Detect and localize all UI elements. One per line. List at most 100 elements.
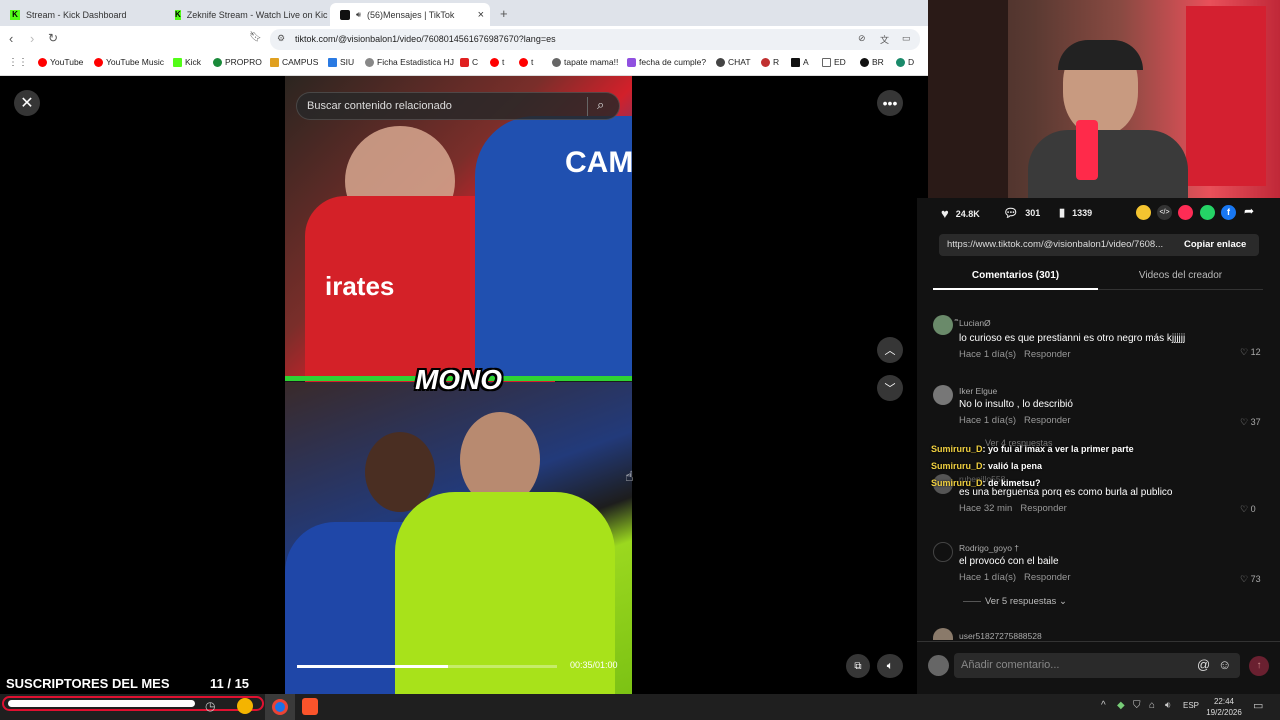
emoji-icon[interactable]: ☺: [1218, 657, 1231, 672]
tab-creator-videos[interactable]: Videos del creador: [1098, 270, 1263, 290]
bookmark-campus[interactable]: CAMPUS: [270, 57, 318, 67]
video-player[interactable]: CAMA irates MONO 00:35/01:00: [285, 76, 632, 694]
coin-icon[interactable]: [1136, 205, 1151, 220]
chrome-active-icon[interactable]: [265, 694, 295, 720]
tab-kick-dashboard[interactable]: K Stream - Kick Dashboard: [0, 3, 163, 26]
lang-indicator[interactable]: ESP: [1183, 701, 1199, 710]
close-tab-icon[interactable]: ×: [478, 9, 484, 21]
comment-like-count: 12: [1250, 347, 1261, 357]
share-icon[interactable]: ➦: [1244, 204, 1254, 218]
comment-count[interactable]: 💬︎ 301: [1003, 206, 1040, 220]
chat-username: Sumiruru_D: [931, 444, 983, 454]
bookmark-t1[interactable]: t: [490, 57, 504, 67]
back-icon[interactable]: ‹: [9, 31, 13, 46]
mention-icon[interactable]: @: [1197, 657, 1210, 672]
eye-off-icon[interactable]: ⊘: [858, 33, 866, 44]
url-field[interactable]: ⚙︎ tiktok.com/@visionbalon1/video/760801…: [270, 29, 920, 50]
reload-icon[interactable]: ↻: [48, 31, 58, 45]
save-count[interactable]: ▮ 1339: [1059, 206, 1092, 219]
comment-like[interactable]: ♡ 12: [1240, 347, 1261, 358]
tray-app-icon[interactable]: ◆: [1117, 700, 1125, 711]
speaker-icon[interactable]: 🔉︎: [1165, 700, 1171, 711]
tray-chevron-icon[interactable]: ^: [1101, 700, 1106, 711]
comment-input[interactable]: Añadir comentario... @ ☺: [954, 653, 1240, 678]
brave-icon[interactable]: [302, 698, 318, 715]
subs-progress-frame: [2, 696, 264, 711]
bookmark-label: A: [803, 57, 809, 67]
notifications-icon[interactable]: ▭: [1253, 699, 1263, 712]
tab-tiktok[interactable]: 🔊︎ (56)Mensajes | TikTok ×: [330, 3, 490, 26]
bookmark-ficha[interactable]: Ficha Estadistica HJ: [365, 57, 454, 67]
bookmark-youtube-music[interactable]: YouTube Music: [94, 57, 164, 67]
bookmark-label: CHAT: [728, 57, 751, 67]
avatar[interactable]: [933, 542, 953, 562]
search-icon[interactable]: ⌕: [597, 97, 604, 113]
view-replies-button[interactable]: Ver 5 respuestas ⌄: [985, 596, 1067, 607]
bookmark-kick[interactable]: Kick: [173, 57, 201, 67]
new-tab-icon[interactable]: +: [500, 6, 508, 21]
clock[interactable]: 22:44 19/2/2026: [1204, 696, 1244, 718]
tab-comments[interactable]: Comentarios (301): [933, 270, 1098, 290]
comment-like[interactable]: ♡ 73: [1240, 574, 1261, 585]
bookmark-ed[interactable]: ED: [822, 57, 846, 67]
bookmark-propro[interactable]: PROPRO: [213, 57, 262, 67]
close-icon[interactable]: ✕: [14, 90, 40, 116]
reply-button[interactable]: Responder: [1024, 349, 1070, 360]
comment-username[interactable]: user51827275888528: [959, 631, 1042, 641]
avatar[interactable]: [933, 315, 953, 335]
avatar[interactable]: [933, 385, 953, 405]
like-count[interactable]: ♥ 24.8K: [941, 206, 980, 221]
bookmark-tapate[interactable]: tapate mama!!: [552, 57, 618, 67]
like-value: 24.8K: [955, 208, 980, 219]
pip-icon[interactable]: ⧉: [846, 654, 870, 678]
forward-icon[interactable]: ›: [30, 31, 34, 46]
bookmark-a[interactable]: A: [791, 57, 809, 67]
progress-track[interactable]: [297, 665, 557, 668]
more-options-icon[interactable]: •••: [877, 90, 903, 116]
volume-icon[interactable]: 🔈︎: [877, 654, 903, 678]
comment-username[interactable]: ิLucianØ: [959, 316, 1185, 330]
cast-icon[interactable]: ▭: [902, 33, 911, 44]
comment-username[interactable]: Rodrigo_goyo †: [959, 543, 1071, 553]
shield-icon[interactable]: ⛉: [1133, 700, 1141, 711]
bookmark-label: fecha de cumple?: [639, 57, 707, 67]
chrome-icon[interactable]: [237, 698, 253, 714]
comment-like[interactable]: ♡ 37: [1240, 417, 1261, 428]
reply-button[interactable]: Responder: [1020, 503, 1066, 514]
comment-icon: 💬︎: [1003, 206, 1019, 220]
translate-icon[interactable]: 文: [880, 33, 889, 46]
network-icon[interactable]: ⌂: [1149, 700, 1155, 711]
embed-icon[interactable]: </>: [1157, 205, 1172, 220]
reply-button[interactable]: Responder: [1024, 415, 1070, 426]
bookmark-cumple[interactable]: fecha de cumple?: [627, 57, 706, 67]
whatsapp-icon[interactable]: [1200, 205, 1215, 220]
bookmark-chat[interactable]: CHAT: [716, 57, 751, 67]
bookmark-br[interactable]: BR: [860, 57, 884, 67]
bookmark-r[interactable]: R: [761, 57, 779, 67]
send-icon[interactable]: [1178, 205, 1193, 220]
facebook-icon[interactable]: f: [1221, 205, 1236, 220]
comment-username[interactable]: Iker Elgue: [959, 386, 1073, 396]
bookmark-siu[interactable]: SIU: [328, 57, 354, 67]
bookmark-d[interactable]: D: [896, 57, 914, 67]
bookmark-t2[interactable]: t: [519, 57, 533, 67]
task-view-icon[interactable]: ◷: [205, 699, 215, 713]
send-comment-icon[interactable]: ↑: [1249, 656, 1269, 676]
site-info-icon[interactable]: ⚙︎: [277, 33, 285, 44]
folder-icon: [822, 57, 831, 67]
comment-like-count: 0: [1250, 504, 1256, 514]
bookmark-icon[interactable]: 🔖︎: [249, 32, 262, 43]
reply-button[interactable]: Responder: [1024, 572, 1070, 583]
comment-like[interactable]: ♡ 0: [1240, 504, 1256, 515]
chevron-up-icon[interactable]: ︿: [877, 337, 903, 363]
chevron-down-icon[interactable]: ﹀: [877, 375, 903, 401]
copy-link-button[interactable]: Copiar enlace: [1184, 239, 1246, 250]
related-search-bar[interactable]: Buscar contenido relacionado ⌕: [296, 92, 620, 120]
bookmark-youtube[interactable]: YouTube: [38, 57, 83, 67]
tab-zeknife-stream[interactable]: K Zeknife Stream - Watch Live on Kick: [165, 3, 328, 26]
apps-icon[interactable]: ⋮⋮: [8, 57, 28, 68]
bookmark-c[interactable]: C: [460, 57, 478, 67]
clock-time: 22:44: [1213, 697, 1235, 706]
kick-icon: K: [10, 9, 20, 20]
search-input[interactable]: Buscar contenido relacionado: [307, 100, 452, 112]
